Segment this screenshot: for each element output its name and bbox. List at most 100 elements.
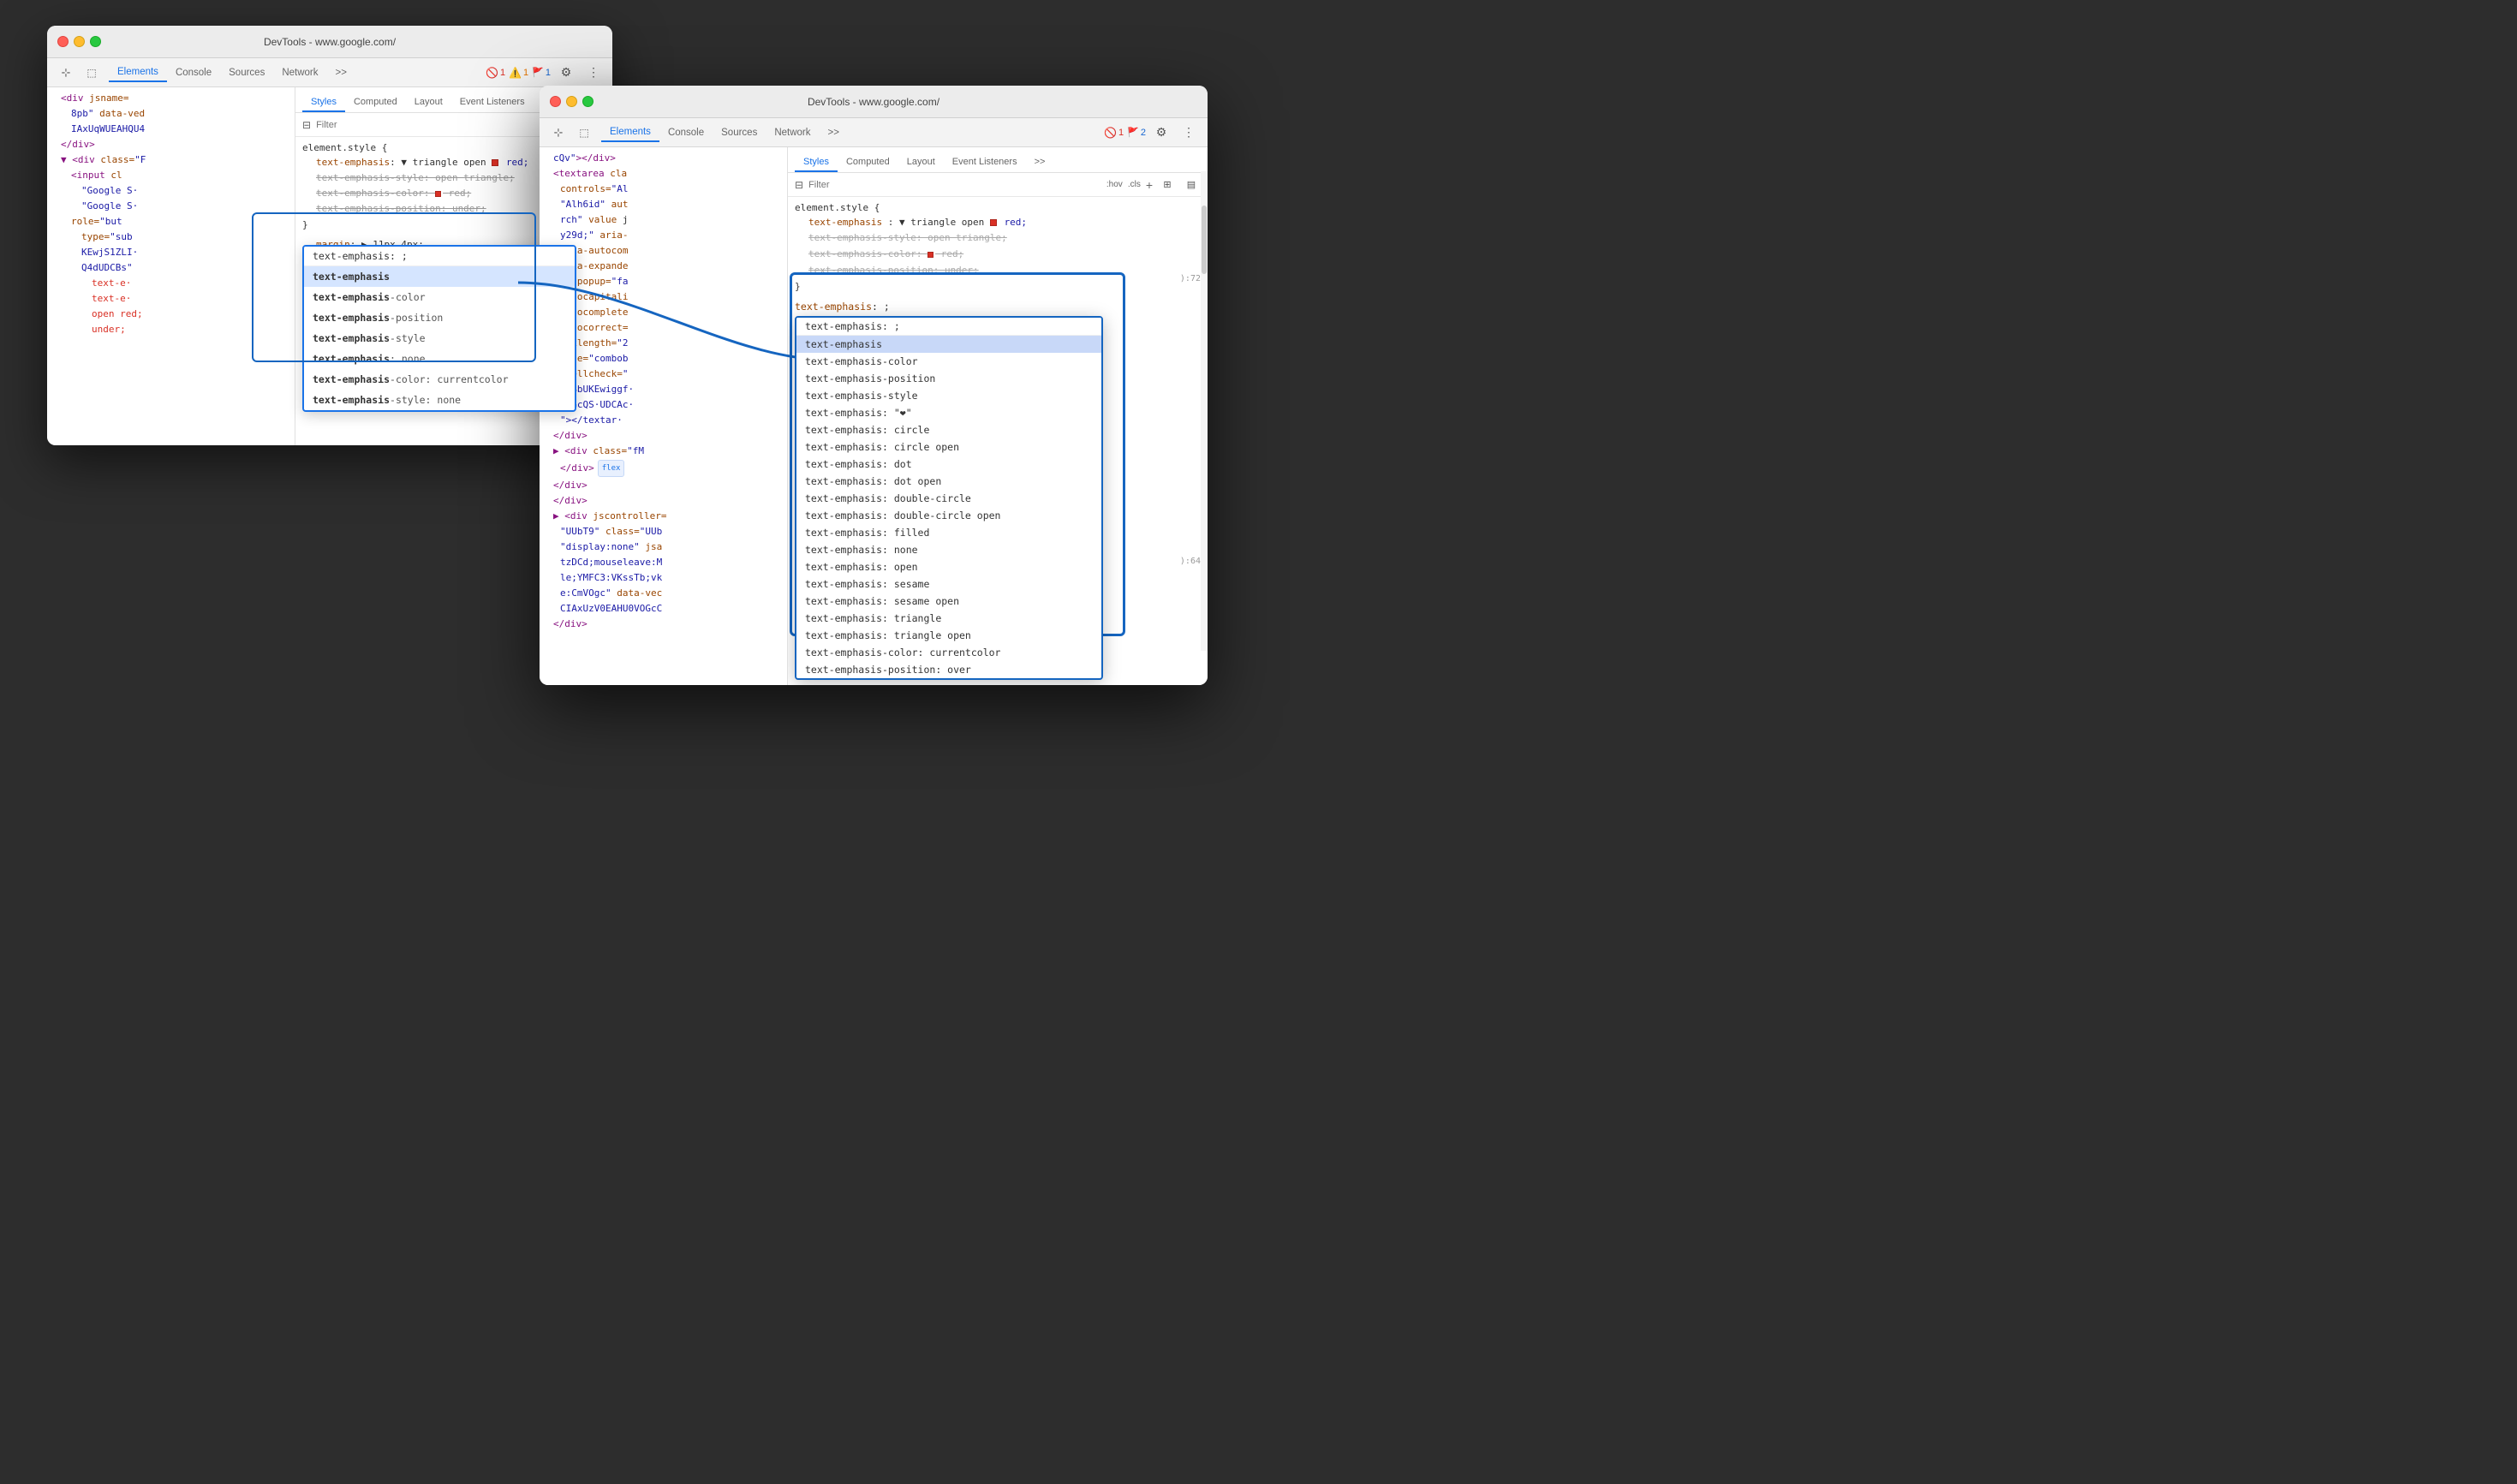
- panel-area-2: cQv"></div> <textarea cla controls="Al "…: [540, 147, 1208, 685]
- styles-tab-computed-2[interactable]: Computed: [838, 153, 898, 172]
- html-line: type="sub: [47, 229, 295, 245]
- tab-console-1[interactable]: Console: [167, 64, 220, 81]
- ac2-item[interactable]: text-emphasis: dot: [796, 456, 1101, 473]
- tab-sources-1[interactable]: Sources: [220, 64, 273, 81]
- autocomplete-dropdown-1: text-emphasis: ; text-emphasis text-emph…: [302, 245, 576, 412]
- scrollbar-thumb-2[interactable]: [1202, 206, 1207, 274]
- sidebar-icon-btn[interactable]: ▤: [1182, 176, 1201, 194]
- warn-badge-1: ⚠️ 1: [509, 67, 528, 79]
- ac2-item[interactable]: text-emphasis-color: currentcolor: [796, 644, 1101, 661]
- minimize-button-1[interactable]: [74, 36, 85, 47]
- settings-btn-2[interactable]: ⚙: [1149, 122, 1173, 144]
- html-line: </div>: [540, 493, 787, 509]
- ac2-item[interactable]: text-emphasis: circle open: [796, 438, 1101, 456]
- more-btn-1[interactable]: ⋮: [582, 62, 605, 84]
- styles-tab-styles-1[interactable]: Styles: [302, 93, 345, 112]
- html-panel-2: cQv"></div> <textarea cla controls="Al "…: [540, 147, 788, 685]
- tab-network-2[interactable]: Network: [766, 124, 819, 141]
- ac2-item[interactable]: text-emphasis: "❤": [796, 404, 1101, 421]
- ac2-item[interactable]: text-emphasis: double-circle open: [796, 507, 1101, 524]
- close-button-2[interactable]: [550, 96, 561, 107]
- html-line: le;YMFC3:VKssTb;vk: [540, 570, 787, 586]
- ac2-item[interactable]: text-emphasis: dot open: [796, 473, 1101, 490]
- settings-btn-1[interactable]: ⚙: [554, 62, 578, 84]
- select-element-btn-2[interactable]: ⊹: [546, 122, 570, 144]
- ac2-item[interactable]: text-emphasis: circle: [796, 421, 1101, 438]
- devtools-toolbar-1: ⊹ ⬚ Elements Console Sources Network >> …: [47, 58, 612, 87]
- select-element-btn-1[interactable]: ⊹: [54, 62, 78, 84]
- ac2-item[interactable]: text-emphasis: none: [796, 541, 1101, 558]
- ac2-item[interactable]: text-emphasis: double-circle: [796, 490, 1101, 507]
- ac2-header: text-emphasis: ;: [796, 318, 1101, 336]
- device-mode-btn-2[interactable]: ⬚: [572, 122, 596, 144]
- info-icon-1: 🚩: [532, 67, 544, 78]
- html-line: rch" value j: [540, 212, 787, 228]
- html-line: <div jsname=: [47, 91, 295, 106]
- tab-more-1[interactable]: >>: [327, 64, 355, 81]
- info-icon-2: 🚩: [1127, 127, 1139, 138]
- more-btn-2[interactable]: ⋮: [1177, 122, 1201, 144]
- html-line: IAxUqWUEAHQU4: [47, 122, 295, 137]
- ac-item[interactable]: text-emphasis-style: [304, 328, 575, 349]
- ac-item[interactable]: text-emphasis-color: [304, 287, 575, 307]
- maximize-button-2[interactable]: [582, 96, 593, 107]
- html-line: "UUbT9" class="UUb: [540, 524, 787, 539]
- html-panel-1: <div jsname= 8pb" data-ved IAxUqWUEAHQU4…: [47, 87, 295, 445]
- styles-tab-computed-1[interactable]: Computed: [345, 93, 406, 112]
- ac2-item[interactable]: text-emphasis-position: [796, 370, 1101, 387]
- ac2-item[interactable]: text-emphasis: open: [796, 558, 1101, 575]
- ac2-item[interactable]: text-emphasis: triangle open: [796, 627, 1101, 644]
- styles-tab-group-2: Styles Computed Layout Event Listeners >…: [788, 147, 1208, 173]
- ac-item[interactable]: text-emphasis: none: [304, 349, 575, 369]
- ac2-item[interactable]: text-emphasis: triangle: [796, 610, 1101, 627]
- desktop: DevTools - www.google.com/ ⊹ ⬚ Elements …: [0, 0, 2517, 1484]
- html-line: autocorrect=: [540, 320, 787, 336]
- close-button-1[interactable]: [57, 36, 69, 47]
- add-rule-btn-2[interactable]: +: [1146, 178, 1153, 192]
- devtools-window-1: DevTools - www.google.com/ ⊹ ⬚ Elements …: [47, 26, 612, 445]
- ac2-item[interactable]: text-emphasis: filled: [796, 524, 1101, 541]
- html-line: aria-expande: [540, 259, 787, 274]
- tab-sources-2[interactable]: Sources: [713, 124, 766, 141]
- color-swatch-red-w2[interactable]: [990, 219, 997, 226]
- styles-tab-layout-2[interactable]: Layout: [898, 153, 944, 172]
- filter-input-2[interactable]: [808, 180, 1101, 190]
- tab-elements-2[interactable]: Elements: [601, 123, 659, 142]
- styles-tab-layout-1[interactable]: Layout: [406, 93, 451, 112]
- styles-tab-more-2[interactable]: >>: [1026, 153, 1054, 172]
- styles-tab-events-2[interactable]: Event Listeners: [944, 153, 1026, 172]
- html-line: <textarea cla: [540, 166, 787, 182]
- maximize-button-1[interactable]: [90, 36, 101, 47]
- tab-console-2[interactable]: Console: [659, 124, 713, 141]
- color-swatch-red-1[interactable]: [492, 159, 498, 166]
- hov-label-2[interactable]: :hov: [1106, 180, 1123, 189]
- ac-item[interactable]: text-emphasis-position: [304, 307, 575, 328]
- minimize-button-2[interactable]: [566, 96, 577, 107]
- ac2-item[interactable]: text-emphasis: sesame: [796, 575, 1101, 593]
- styles-tab-events-1[interactable]: Event Listeners: [451, 93, 534, 112]
- ac2-item[interactable]: text-emphasis-color: [796, 353, 1101, 370]
- ac2-item[interactable]: text-emphasis-style: [796, 387, 1101, 404]
- ac-item[interactable]: text-emphasis-color: currentcolor: [304, 369, 575, 390]
- ac-header-1: text-emphasis: ;: [304, 247, 575, 266]
- filter-input-1[interactable]: [316, 120, 554, 130]
- html-line: tzDCd;mouseleave:M: [540, 555, 787, 570]
- html-line: 8pb" data-ved: [47, 106, 295, 122]
- ac-item[interactable]: text-emphasis: [304, 266, 575, 287]
- cls-label-2[interactable]: .cls: [1128, 180, 1141, 189]
- tab-elements-1[interactable]: Elements: [109, 63, 167, 82]
- traffic-lights-1: [57, 36, 101, 47]
- tab-network-1[interactable]: Network: [273, 64, 326, 81]
- ac-item[interactable]: text-emphasis-style: none: [304, 390, 575, 410]
- ac2-item[interactable]: text-emphasis: [796, 336, 1101, 353]
- tab-more-2[interactable]: >>: [820, 124, 848, 141]
- computed-icon-btn[interactable]: ⊞: [1158, 176, 1177, 194]
- ac2-item[interactable]: text-emphasis-position: over: [796, 661, 1101, 678]
- html-line: "0BbUKEwiggf·: [540, 382, 787, 397]
- css-line-emphasis-1: text-emphasis : ▼ triangle open red;: [795, 215, 1201, 230]
- styles-tab-styles-2[interactable]: Styles: [795, 153, 838, 172]
- ac2-item[interactable]: text-emphasis: sesame open: [796, 593, 1101, 610]
- error-icon-2: 🚫: [1104, 127, 1117, 139]
- title-bar-1: DevTools - www.google.com/: [47, 26, 612, 58]
- device-mode-btn-1[interactable]: ⬚: [80, 62, 104, 84]
